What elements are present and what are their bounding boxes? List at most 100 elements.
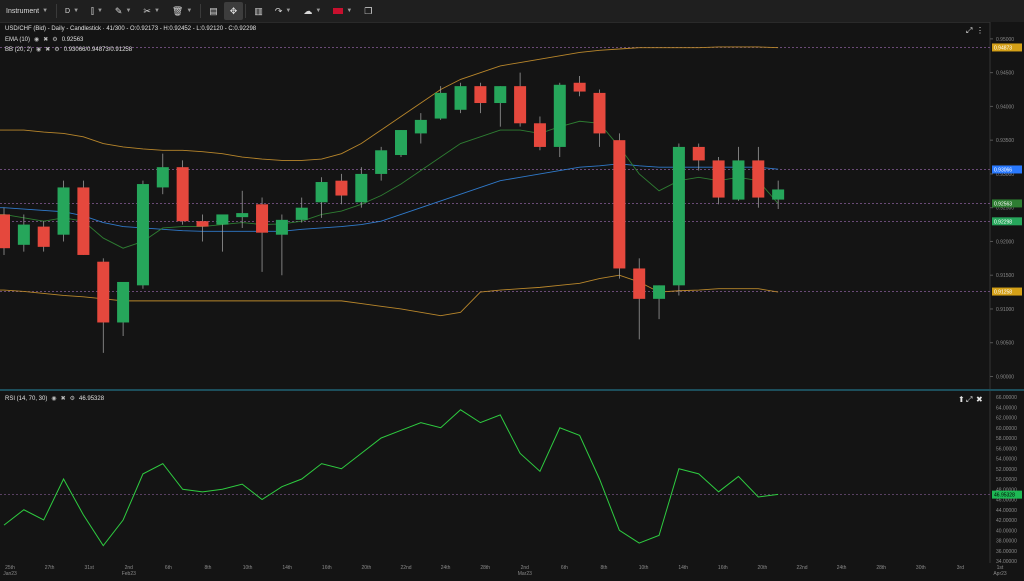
rsi-tick-label: 38.00000 — [996, 539, 1017, 545]
panel-button[interactable]: ▤ — [203, 2, 224, 20]
date-tick-label: 24th — [837, 565, 847, 571]
chevron-down-icon: ▼ — [125, 8, 132, 14]
candle-body — [315, 182, 328, 203]
language-menu[interactable]: ▼ — [327, 2, 358, 20]
candle-body — [494, 86, 507, 104]
timeframe-menu[interactable]: D ▼ — [59, 2, 85, 20]
symbol-ohlc-text: USD/CHF (Bid) - Daily - Candlestick · 41… — [5, 26, 257, 32]
studies-button[interactable]: ▥ — [248, 2, 269, 20]
move-up-icon[interactable]: ⬆ — [958, 395, 965, 404]
close-icon[interactable]: ✖ — [43, 36, 48, 43]
toolbar-divider — [200, 4, 202, 18]
candle-body — [692, 146, 705, 161]
eye-icon[interactable]: ◉ — [36, 46, 41, 53]
candle-body — [176, 167, 189, 222]
series-line-bb-upper — [0, 46, 779, 161]
timeframe-label: D — [65, 7, 71, 15]
toolbar: Instrument ▼ D ▼ ⫿ ▼ ✎ ▼ ✂ ▼ 🗑 ▼ ▤ ✥ ▥ ↷… — [0, 0, 1024, 23]
candle-body — [216, 214, 229, 225]
price-badge-label: 0.93066 — [994, 167, 1012, 173]
price-badge-label: 0.91258 — [994, 290, 1012, 296]
ema-value: 0.92563 — [61, 36, 84, 43]
price-tick-label: 0.92000 — [996, 239, 1014, 245]
candle-body — [355, 173, 368, 203]
eye-icon[interactable]: ◉ — [34, 36, 39, 43]
rsi-badge-label: 46.95328 — [994, 493, 1015, 499]
candle-body — [37, 226, 50, 247]
candle-body — [256, 204, 269, 233]
crosshair-button[interactable]: ✥ — [223, 2, 244, 20]
date-tick-label: 14th — [282, 565, 292, 571]
instrument-label: Instrument — [6, 7, 40, 15]
price-tick-label: 0.91500 — [996, 273, 1014, 279]
candle-body — [335, 180, 348, 196]
candle-body — [77, 187, 90, 255]
bb-value: 0.93066/0.94873/0.91258 — [63, 46, 133, 53]
share-menu[interactable]: ↷ ▼ — [269, 2, 298, 20]
rsi-pane[interactable]: 66.00000 64.00000 62.00000 60.00000 58.00000… — [0, 391, 1024, 565]
price-badge-label: 0.92298 — [994, 219, 1012, 225]
maximize-pane-icon[interactable]: ⤢ — [966, 395, 972, 405]
date-tick-label: 16th — [322, 565, 332, 571]
price-badge-label: 0.92563 — [994, 201, 1012, 207]
bar-chart-icon: ▥ — [254, 5, 263, 16]
date-tick-label: 28th — [480, 565, 490, 571]
symbol-legend: USD/CHF (Bid) - Daily - Candlestick · 41… — [5, 26, 256, 32]
price-tick-label: 0.90000 — [996, 374, 1014, 380]
rsi-chart-svg[interactable]: 66.00000 64.00000 62.00000 60.00000 58.00000… — [0, 391, 1024, 565]
price-chart-svg[interactable]: 0.950000.945000.940000.935000.930000.925… — [0, 22, 1024, 390]
gear-icon[interactable]: ⚙ — [54, 46, 59, 53]
candle-body — [613, 140, 626, 269]
date-tick-label: 22nd — [400, 565, 411, 571]
date-tick-label: Mar23 — [518, 571, 532, 576]
ema-legend: EMA (10) ◉ ✖ ⚙ 0.92563 — [5, 36, 84, 44]
price-chart-pane[interactable]: 0.95000 0.94500 0.94000 0.93500 0.93000 0.925… — [0, 22, 1024, 390]
candle-body — [395, 130, 407, 156]
close-pane-icon[interactable]: ✖ — [976, 395, 983, 404]
candle-body — [57, 187, 70, 235]
theme-menu[interactable]: ☁ ▼ — [297, 2, 327, 20]
rsi-tick-label: 52.00000 — [996, 467, 1017, 473]
candle-body — [117, 281, 130, 323]
candle-body — [434, 92, 447, 119]
chevron-down-icon: ▼ — [315, 8, 322, 14]
chevron-down-icon: ▼ — [186, 8, 193, 14]
chevron-down-icon: ▼ — [96, 8, 103, 14]
price-tick-label: 0.95000 — [996, 37, 1014, 43]
rsi-tick-label: 62.00000 — [996, 416, 1017, 422]
candle-body — [653, 285, 666, 299]
toolbar-divider — [245, 4, 247, 18]
close-icon[interactable]: ✖ — [61, 395, 66, 402]
candle-body — [295, 207, 308, 220]
eye-icon[interactable]: ◉ — [51, 395, 56, 402]
rsi-tick-label: 42.00000 — [996, 518, 1017, 524]
instrument-menu[interactable]: Instrument ▼ — [0, 2, 54, 20]
delete-menu[interactable]: 🗑 ▼ — [166, 2, 198, 20]
gear-icon[interactable]: ⚙ — [52, 36, 57, 43]
candle-body — [275, 219, 288, 235]
maximize-pane-icon[interactable]: ⤢ — [966, 26, 972, 36]
rsi-tick-label: 44.00000 — [996, 508, 1017, 514]
candle-body — [236, 213, 249, 218]
candle-body — [514, 86, 527, 124]
rsi-label: RSI (14, 70, 30) — [5, 395, 48, 402]
gear-icon[interactable]: ⚙ — [70, 395, 75, 402]
date-tick-label: 3rd — [957, 565, 964, 571]
drawing-tools-menu[interactable]: ✎ ▼ — [109, 2, 138, 20]
indicators-menu[interactable]: ✂ ▼ — [137, 2, 166, 20]
share-icon: ↷ — [274, 5, 283, 16]
more-options-icon[interactable]: ⋮ — [976, 26, 984, 35]
rsi-tick-label: 50.00000 — [996, 477, 1017, 483]
chart-type-menu[interactable]: ⫿ ▼ — [85, 2, 109, 20]
window-button[interactable]: ❐ — [358, 2, 378, 20]
date-tick-label: 14th — [678, 565, 688, 571]
candle-body — [672, 146, 685, 286]
rsi-line — [3, 409, 779, 547]
trash-icon: 🗑 — [171, 5, 184, 16]
chevron-down-icon: ▼ — [153, 8, 160, 14]
close-icon[interactable]: ✖ — [45, 46, 50, 53]
chevron-down-icon: ▼ — [73, 8, 80, 14]
candle-body — [454, 86, 467, 110]
rsi-tick-label: 40.00000 — [996, 528, 1017, 534]
chevron-down-icon: ▼ — [346, 8, 353, 14]
